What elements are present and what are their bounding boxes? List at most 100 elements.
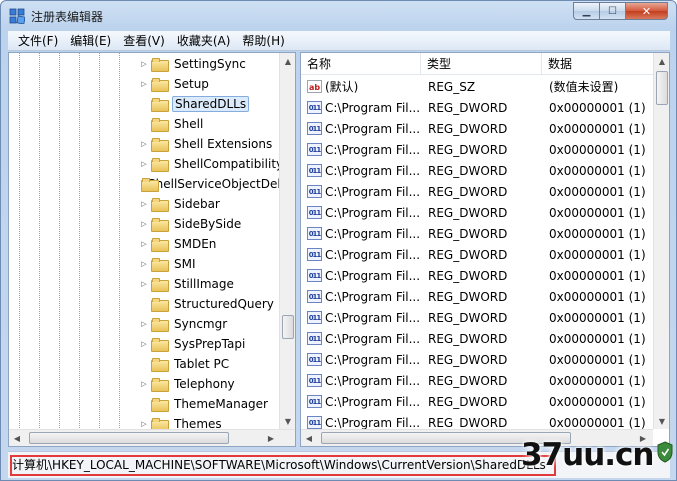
expand-arrow-icon[interactable]: ▷ [139, 200, 149, 208]
tree-node[interactable]: Tablet PC [139, 354, 279, 374]
scroll-thumb[interactable] [282, 315, 294, 339]
tree-node[interactable]: ▷ SMDEn [139, 234, 279, 254]
expand-arrow-icon[interactable]: ▷ [139, 140, 149, 148]
value-type: REG_DWORD [428, 394, 508, 409]
list-item[interactable]: 011C:\Program Fil... REG_DWORD 0x00000001 … [301, 139, 653, 160]
menu-view[interactable]: 查看(V) [117, 32, 171, 49]
value-data: 0x00000001 (1) [549, 142, 646, 157]
binary-value-icon: 011 [307, 290, 322, 303]
scroll-left-arrow-icon[interactable]: ◀ [301, 430, 317, 446]
tree-node[interactable]: ▷ ShellCompatibility [139, 154, 279, 174]
value-data: 0x00000001 (1) [549, 100, 646, 115]
expand-arrow-icon[interactable]: ▷ [139, 80, 149, 88]
value-name: C:\Program Fil... [325, 247, 421, 262]
value-name: C:\Program Fil... [325, 394, 421, 409]
values-list-pane[interactable]: 名称 类型 数据 ab (默认) REG_SZ (数值未设置) 011 C:\Progra… [300, 52, 670, 447]
registry-editor-window: 注册表编辑器 ▁ ☐ ✕ 文件(F) 编辑(E) 查看(V) 收藏夹(A) 帮助… [0, 0, 677, 481]
value-name: C:\Program Fil... [325, 373, 421, 388]
scroll-down-arrow-icon[interactable]: ▼ [280, 413, 296, 429]
value-type: REG_DWORD [428, 289, 508, 304]
list-item[interactable]: 011C:\Program Fil... REG_DWORD 0x00000001 … [301, 328, 653, 349]
tree-node[interactable]: ShellServiceObjectDelayLoad [139, 174, 279, 194]
menu-edit[interactable]: 编辑(E) [64, 32, 117, 49]
value-name-cell: 011C:\Program Fil... [301, 290, 421, 304]
tree-node[interactable]: ▷ SysPrepTapi [139, 334, 279, 354]
list-item[interactable]: 011C:\Program Fil... REG_DWORD 0x00000001 … [301, 265, 653, 286]
list-item[interactable]: 011C:\Program Fil... REG_DWORD 0x00000001 … [301, 391, 653, 412]
tree-node[interactable]: SharedDLLs [139, 94, 279, 114]
scroll-up-arrow-icon[interactable]: ▲ [280, 53, 296, 69]
column-header-data[interactable]: 数据 [542, 53, 653, 75]
tree-node[interactable]: ▷ SideBySide [139, 214, 279, 234]
list-item[interactable]: 011C:\Program Fil... REG_DWORD 0x00000001 … [301, 118, 653, 139]
menu-favorites[interactable]: 收藏夹(A) [171, 32, 237, 49]
tree-node[interactable]: StructuredQuery [139, 294, 279, 314]
window-controls: ▁ ☐ ✕ [573, 2, 668, 20]
scroll-thumb[interactable] [656, 71, 668, 105]
menu-bar: 文件(F) 编辑(E) 查看(V) 收藏夹(A) 帮助(H) [8, 31, 670, 51]
list-item[interactable]: 011C:\Program Fil... REG_DWORD 0x00000001 … [301, 370, 653, 391]
list-item[interactable]: 011C:\Program Fil... REG_DWORD 0x00000001 … [301, 160, 653, 181]
maximize-button[interactable]: ☐ [599, 2, 625, 20]
list-item[interactable]: 011C:\Program Fil... REG_DWORD 0x00000001 … [301, 286, 653, 307]
folder-icon [151, 138, 169, 152]
menu-help[interactable]: 帮助(H) [236, 32, 290, 49]
tree-node[interactable]: ▷ SMI [139, 254, 279, 274]
scroll-up-arrow-icon[interactable]: ▲ [654, 53, 669, 69]
expand-arrow-icon[interactable]: ▷ [139, 60, 149, 68]
expand-arrow-icon[interactable]: ▷ [139, 280, 149, 288]
list-item[interactable]: 011C:\Program Fil... REG_DWORD 0x00000001 … [301, 349, 653, 370]
tree-vertical-scrollbar[interactable]: ▲ ▼ [279, 53, 295, 429]
tree-horizontal-scrollbar[interactable]: ◀ ▶ [9, 429, 295, 446]
expand-arrow-icon[interactable]: ▷ [139, 160, 149, 168]
list-header: 名称 类型 数据 [301, 53, 653, 75]
tree-node[interactable]: ▷ SettingSync [139, 54, 279, 74]
tree-node[interactable]: Shell [139, 114, 279, 134]
value-data: (数值未设置) [549, 80, 619, 94]
binary-value-icon: 011 [307, 311, 322, 324]
column-header-type[interactable]: 类型 [421, 53, 542, 75]
key-tree-pane[interactable]: ▷ SettingSync ▷ Setup SharedDLLs Shell ▷ Shell … [8, 52, 296, 447]
tree-node[interactable]: ▷ Telephony [139, 374, 279, 394]
expand-arrow-icon[interactable]: ▷ [139, 220, 149, 228]
column-header-name[interactable]: 名称 [301, 53, 421, 75]
tree-node[interactable]: ▷ Sidebar [139, 194, 279, 214]
tree-node-list: ▷ SettingSync ▷ Setup SharedDLLs Shell ▷ Shell … [139, 53, 279, 429]
value-data: 0x00000001 (1) [549, 184, 646, 199]
tree-node[interactable]: ▷ Shell Extensions [139, 134, 279, 154]
tree-node[interactable]: ▷ Setup [139, 74, 279, 94]
list-item[interactable]: 011C:\Program Fil... REG_DWORD 0x00000001 … [301, 307, 653, 328]
folder-icon [151, 298, 169, 312]
tree-node[interactable]: ▷ Syncmgr [139, 314, 279, 334]
tree-node-label: Telephony [174, 377, 235, 391]
scroll-left-arrow-icon[interactable]: ◀ [9, 430, 25, 446]
tree-node[interactable]: ▷ StillImage [139, 274, 279, 294]
binary-value-icon: 011 [307, 206, 322, 219]
list-item[interactable]: 011C:\Program Fil... REG_DWORD 0x00000001 … [301, 202, 653, 223]
scroll-right-arrow-icon[interactable]: ▶ [263, 430, 279, 446]
expand-arrow-icon[interactable]: ▷ [139, 320, 149, 328]
tree-node-label: SMDEn [174, 237, 217, 251]
scroll-down-arrow-icon[interactable]: ▼ [654, 413, 669, 429]
list-item[interactable]: 011C:\Program Fil... REG_DWORD 0x00000001 … [301, 97, 653, 118]
list-item[interactable]: 011C:\Program Fil... REG_DWORD 0x00000001 … [301, 223, 653, 244]
title-bar[interactable]: 注册表编辑器 ▁ ☐ ✕ [1, 1, 676, 31]
list-item[interactable]: 011C:\Program Fil... REG_DWORD 0x00000001 … [301, 181, 653, 202]
menu-file[interactable]: 文件(F) [12, 32, 64, 49]
tree-node[interactable]: ThemeManager [139, 394, 279, 414]
expand-arrow-icon[interactable]: ▷ [139, 420, 149, 428]
expand-arrow-icon[interactable]: ▷ [139, 260, 149, 268]
folder-icon [151, 258, 169, 272]
expand-arrow-icon[interactable]: ▷ [139, 240, 149, 248]
list-item[interactable]: ab (默认) REG_SZ (数值未设置) [301, 76, 653, 97]
scroll-thumb[interactable] [29, 432, 229, 444]
binary-value-icon: 011 [307, 143, 322, 156]
maximize-icon: ☐ [608, 5, 617, 17]
list-vertical-scrollbar[interactable]: ▲ ▼ [653, 53, 669, 429]
minimize-button[interactable]: ▁ [573, 2, 599, 20]
expand-arrow-icon[interactable]: ▷ [139, 340, 149, 348]
expand-arrow-icon[interactable]: ▷ [139, 380, 149, 388]
close-button[interactable]: ✕ [625, 2, 668, 20]
tree-node[interactable]: ▷ Themes [139, 414, 279, 429]
list-item[interactable]: 011C:\Program Fil... REG_DWORD 0x00000001 … [301, 244, 653, 265]
